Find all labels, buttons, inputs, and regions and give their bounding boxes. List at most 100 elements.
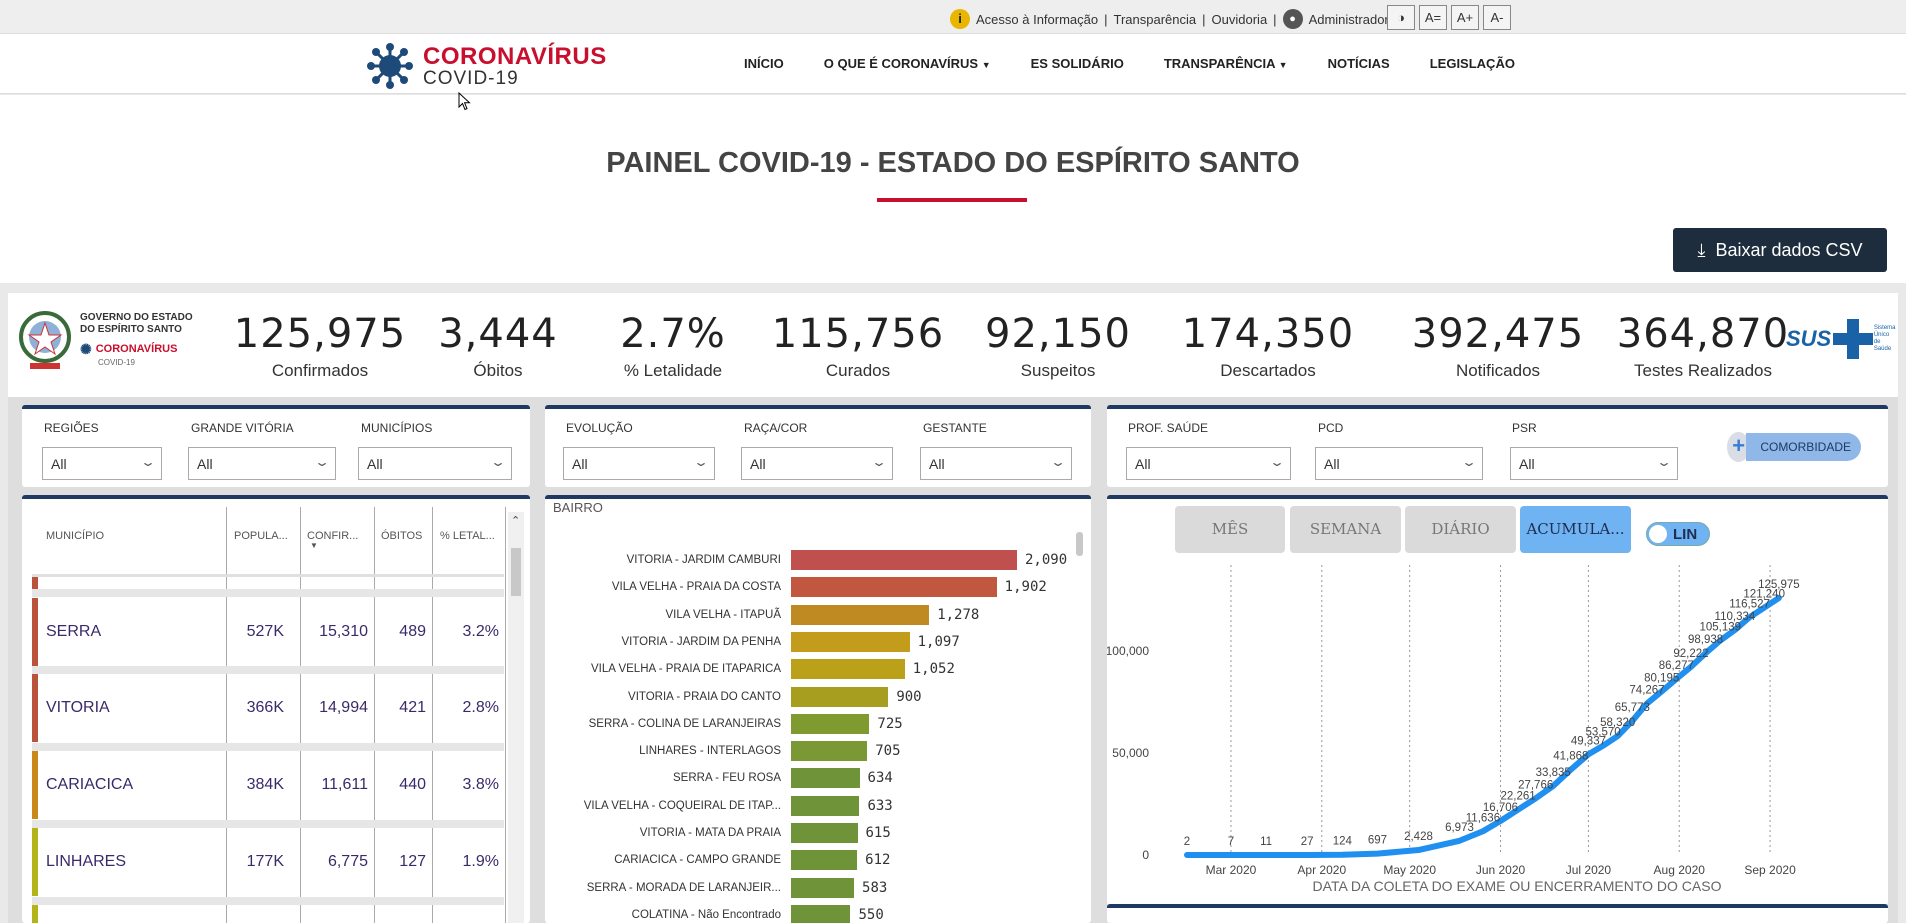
kpi-value: 125,975 bbox=[233, 311, 407, 357]
scroll-up-icon[interactable]: ⌃ bbox=[511, 514, 520, 527]
nav-o-que-e-coronavirus[interactable]: O QUE É CORONAVÍRUS ▼ bbox=[824, 56, 991, 71]
data-label: 92,222 bbox=[1673, 648, 1708, 660]
contrast-button[interactable]: ◑ bbox=[1387, 5, 1415, 30]
grande-vitoria-select[interactable]: All ⌄ bbox=[188, 447, 336, 480]
table-scrollbar[interactable]: ⌃ bbox=[508, 512, 524, 923]
data-label: 22,261 bbox=[1500, 791, 1535, 803]
kpi-value: 92,150 bbox=[985, 311, 1131, 357]
kpi-testes: 364,870 Testes Realizados bbox=[1603, 311, 1803, 381]
font-reset-button[interactable]: A= bbox=[1419, 5, 1447, 30]
bar[interactable] bbox=[791, 904, 851, 923]
mouse-cursor-icon bbox=[458, 92, 471, 111]
col-header-municipio[interactable]: MUNICÍPIO bbox=[46, 530, 104, 542]
y-tick-label: 100,000 bbox=[1107, 644, 1149, 658]
link-ouvidoria[interactable]: Ouvidoria bbox=[1212, 12, 1268, 27]
font-decrease-button[interactable]: A- bbox=[1483, 5, 1511, 30]
kpi-label: Testes Realizados bbox=[1634, 361, 1772, 380]
data-label: 125,975 bbox=[1758, 579, 1800, 591]
regioes-select[interactable]: All ⌄ bbox=[42, 447, 162, 480]
download-csv-button[interactable]: ⤓ Baixar dados CSV bbox=[1673, 228, 1887, 272]
bar-category-label: VITORIA - PRAIA DO CANTO bbox=[628, 690, 781, 703]
filter-label-regioes: REGIÕES bbox=[44, 421, 99, 435]
filter-label-evolucao: EVOLUÇÃO bbox=[566, 421, 633, 435]
bairro-scrollbar-thumb[interactable] bbox=[1076, 532, 1083, 556]
bar[interactable] bbox=[791, 550, 1017, 570]
column-divider bbox=[505, 507, 506, 923]
site-logo[interactable]: CORONAVÍRUS COVID-19 bbox=[365, 42, 607, 90]
municipios-select[interactable]: All ⌄ bbox=[358, 447, 512, 480]
bar[interactable] bbox=[791, 659, 905, 680]
link-acesso-informacao[interactable]: Acesso à Informação bbox=[976, 12, 1098, 27]
link-transparencia[interactable]: Transparência bbox=[1114, 12, 1197, 27]
font-increase-button[interactable]: A+ bbox=[1451, 5, 1479, 30]
y-tick-label: 0 bbox=[1142, 848, 1149, 862]
nav-transparencia[interactable]: TRANSPARÊNCIA ▼ bbox=[1164, 56, 1288, 71]
letalidade-value: 3.8% bbox=[462, 776, 499, 793]
comorbidade-button[interactable]: + COMORBIDADE bbox=[1727, 432, 1861, 462]
bar[interactable] bbox=[791, 850, 858, 871]
state-seal-icon bbox=[19, 311, 71, 369]
row-separator bbox=[32, 743, 504, 751]
row-color-bar bbox=[32, 905, 38, 923]
data-label: 98,938 bbox=[1688, 634, 1723, 646]
tab-acumulado[interactable]: ACUMULA... bbox=[1520, 506, 1631, 553]
municipio-name: SERRA bbox=[46, 623, 102, 640]
scrollbar-thumb[interactable] bbox=[511, 548, 521, 596]
link-administrador[interactable]: Administrador bbox=[1309, 12, 1389, 27]
col-header-letalidade[interactable]: % LETAL... bbox=[440, 530, 495, 542]
data-label: 86,277 bbox=[1659, 660, 1694, 672]
chevron-down-icon: ⌄ bbox=[1268, 455, 1286, 469]
nav-inicio[interactable]: INÍCIO bbox=[744, 56, 784, 71]
data-label: 27 bbox=[1301, 836, 1314, 848]
cumulative-line-chart: Mar 2020 Apr 2020 May 2020 Jun 2020 Jul 2020… bbox=[1107, 565, 1800, 894]
bar-category-label: SERRA - MORADA DE LARANJEIR... bbox=[586, 881, 781, 894]
bar-value-label: 615 bbox=[865, 825, 891, 841]
bar[interactable] bbox=[791, 768, 860, 789]
obitos-value: 440 bbox=[399, 776, 426, 793]
bar[interactable] bbox=[791, 823, 858, 843]
sus-small1: Sistema bbox=[1873, 324, 1896, 331]
bar-value-label: 1,902 bbox=[1004, 579, 1047, 596]
row-separator bbox=[32, 666, 504, 674]
data-label: 74,267 bbox=[1629, 684, 1664, 696]
bar[interactable] bbox=[791, 686, 889, 707]
bar-value-label: 1,097 bbox=[917, 633, 960, 650]
data-label: 697 bbox=[1368, 835, 1387, 847]
bar-category-label: VITORIA - JARDIM DA PENHA bbox=[621, 635, 781, 648]
chevron-down-icon: ⌄ bbox=[1655, 455, 1673, 469]
bar[interactable] bbox=[791, 713, 870, 734]
psr-select[interactable]: All ⌄ bbox=[1510, 447, 1678, 480]
header-separator bbox=[32, 574, 504, 577]
row-color-bar bbox=[32, 577, 38, 589]
nav-es-solidario[interactable]: ES SOLIDÁRIO bbox=[1031, 56, 1124, 71]
nav-noticias[interactable]: NOTÍCIAS bbox=[1328, 56, 1390, 71]
bar[interactable] bbox=[791, 631, 910, 652]
populacao-value: 366K bbox=[246, 699, 284, 716]
toggle-label: LIN bbox=[1673, 526, 1698, 543]
tab-semana[interactable]: SEMANA bbox=[1290, 506, 1401, 553]
tab-mes[interactable]: MÊS bbox=[1175, 506, 1285, 553]
filter-label-gestante: GESTANTE bbox=[923, 421, 987, 435]
x-tick-label: May 2020 bbox=[1383, 863, 1436, 877]
col-header-obitos[interactable]: ÓBITOS bbox=[381, 530, 422, 542]
bar[interactable] bbox=[791, 795, 860, 816]
nav-legislacao[interactable]: LEGISLAÇÃO bbox=[1430, 56, 1515, 71]
bar[interactable] bbox=[791, 877, 855, 898]
obitos-value: 421 bbox=[399, 699, 426, 716]
bar-category-label: SERRA - FEU ROSA bbox=[673, 772, 781, 785]
bar[interactable] bbox=[791, 741, 868, 762]
kpi-obitos: 3,444 Óbitos bbox=[413, 311, 583, 381]
pcd-select[interactable]: All ⌄ bbox=[1315, 447, 1483, 480]
tab-diario[interactable]: DIÁRIO bbox=[1405, 506, 1516, 553]
raca-cor-select[interactable]: All ⌄ bbox=[741, 447, 893, 480]
bar-category-label: VITORIA - JARDIM CAMBURI bbox=[626, 554, 781, 566]
gestante-select[interactable]: All ⌄ bbox=[920, 447, 1072, 480]
evolucao-select[interactable]: All ⌄ bbox=[563, 447, 715, 480]
bar[interactable] bbox=[791, 577, 997, 598]
kpi-notificados: 392,475 Notificados bbox=[1398, 311, 1598, 381]
bar-value-label: 634 bbox=[867, 770, 893, 787]
col-header-populacao[interactable]: POPULA... bbox=[234, 530, 288, 542]
prof-saude-select[interactable]: All ⌄ bbox=[1126, 447, 1291, 480]
bar[interactable] bbox=[791, 604, 930, 625]
lin-log-toggle[interactable]: LIN bbox=[1646, 522, 1710, 546]
